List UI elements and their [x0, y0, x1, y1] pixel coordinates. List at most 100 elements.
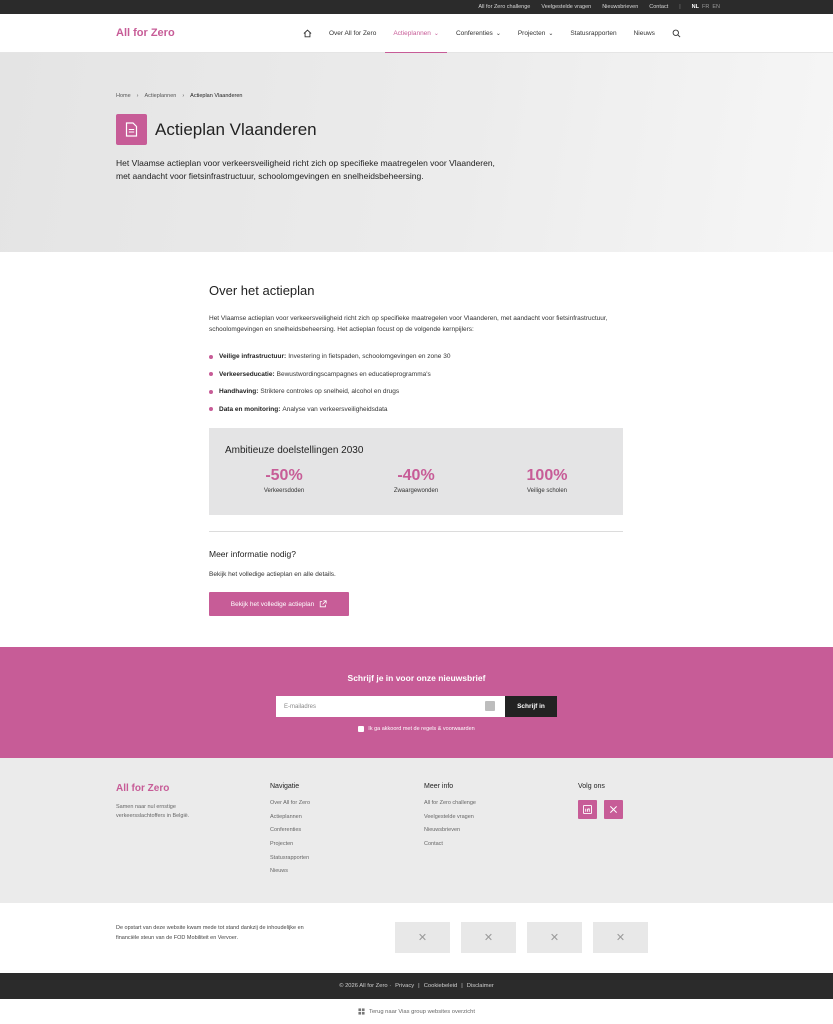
- grid-icon: [358, 1008, 365, 1015]
- footer-heading: Meer info: [424, 783, 454, 790]
- subscribe-button[interactable]: Schrijf in: [505, 696, 557, 717]
- site-footer: All for Zero Samen naar nul ernstige ver…: [0, 758, 833, 903]
- goals-card: Ambitieuze doelstellingen 2030 -50% Verk…: [209, 428, 623, 515]
- legal-link-privacy[interactable]: Privacy: [395, 983, 414, 989]
- pillar-term: Veilige infrastructuur:: [219, 353, 287, 361]
- breadcrumb-actieplannen[interactable]: Actieplannen: [145, 93, 177, 99]
- email-placeholder: E-mailadres: [284, 703, 317, 710]
- list-item: Verkeerseducatie: Bewustwordingscampagnes…: [209, 366, 450, 384]
- nav-item-nieuws[interactable]: Nieuws: [634, 14, 655, 53]
- goal-value: -40%: [397, 467, 435, 484]
- footer-logo[interactable]: All for Zero: [116, 783, 169, 794]
- breadcrumb-home[interactable]: Home: [116, 93, 131, 99]
- nav-label: Conferenties: [455, 30, 493, 37]
- nav-item-over[interactable]: Over All for Zero: [329, 14, 376, 53]
- nav-item-conferenties[interactable]: Conferenties ⌄: [456, 14, 501, 53]
- close-icon: ✕: [615, 932, 626, 944]
- consent-checkbox[interactable]: [358, 726, 365, 732]
- partner-logo-placeholder: ✕: [395, 922, 450, 953]
- pillars-list: Veilige infrastructuur: Investering in fi…: [209, 348, 450, 418]
- footer-more-column: Meer info All for Zero challenge Veelges…: [424, 783, 476, 855]
- chevron-down-icon: ⌄: [548, 31, 554, 37]
- newsletter-title: Schrijf je in voor onze nieuwsbrief: [347, 673, 486, 683]
- goal-stat: -40% Zwaargewonden: [371, 467, 461, 494]
- footer-link[interactable]: Actieplannen: [270, 814, 310, 828]
- goal-value: 100%: [526, 467, 568, 484]
- main-content: Over het actieplan Het Vlaamse actieplan…: [209, 283, 624, 616]
- partners-text: De opstart van deze website kwam mede to…: [116, 925, 304, 941]
- bullet-icon: [209, 372, 213, 377]
- more-info-title: Meer informatie nodig?: [209, 549, 296, 559]
- page-title: Actieplan Vlaanderen: [155, 120, 317, 139]
- goals-title: Ambitieuze doelstellingen 2030: [225, 445, 364, 456]
- nav-item-projecten[interactable]: Projecten ⌄: [518, 14, 554, 53]
- utility-link-challenge[interactable]: All for Zero challenge: [478, 4, 530, 10]
- footer-heading: Volg ons: [578, 783, 605, 790]
- bullet-icon: [209, 407, 213, 412]
- list-item: Handhaving: Striktere controles op snelhe…: [209, 383, 450, 401]
- pillar-term: Verkeerseducatie:: [219, 370, 275, 378]
- back-link-label: Terug naar Vias group websites overzicht: [369, 1008, 475, 1015]
- nav-label: Statusrapporten: [570, 30, 617, 37]
- lang-nl[interactable]: NL: [692, 4, 699, 10]
- utility-links: All for Zero challenge Veelgestelde vrag…: [478, 4, 720, 10]
- nav-label: Over All for Zero: [329, 30, 377, 37]
- footer-link[interactable]: Nieuws: [270, 868, 310, 882]
- section-title: Over het actieplan: [209, 283, 315, 298]
- email-field[interactable]: E-mailadres: [276, 696, 505, 717]
- vias-back-link[interactable]: Terug naar Vias group websites overzicht: [0, 999, 833, 1024]
- consent-row: Ik ga akkoord met de regels & voorwaarde…: [0, 726, 833, 732]
- search-button[interactable]: [672, 14, 681, 53]
- lang-fr[interactable]: FR: [702, 4, 709, 10]
- main-nav: Over All for Zero Actieplannen ⌄ Conferen…: [303, 14, 681, 54]
- site-logo[interactable]: All for Zero: [116, 27, 175, 39]
- view-full-plan-button[interactable]: Bekijk het volledige actieplan: [209, 592, 349, 616]
- nav-item-statusrapporten[interactable]: Statusrapporten: [570, 14, 616, 53]
- page-description: Het Vlaamse actieplan voor verkeersveili…: [116, 158, 495, 181]
- pillar-text: Analyse van verkeersveiligheidsdata: [282, 405, 388, 413]
- section-intro: Het Vlaamse actieplan voor verkeersveili…: [209, 315, 608, 333]
- breadcrumb-current: Actieplan Vlaanderen: [190, 93, 243, 99]
- footer-link[interactable]: Statusrapporten: [270, 855, 310, 869]
- button-label: Bekijk het volledige actieplan: [230, 600, 315, 608]
- more-info-text: Bekijk het volledige actieplan en alle d…: [209, 571, 336, 578]
- breadcrumb-separator: ›: [182, 93, 185, 99]
- footer-link[interactable]: All for Zero challenge: [424, 800, 476, 814]
- nav-label: Projecten: [517, 30, 546, 37]
- footer-link[interactable]: Conferenties: [270, 827, 310, 841]
- goal-label: Veilige scholen: [526, 488, 568, 494]
- footer-link[interactable]: Veelgestelde vragen: [424, 814, 476, 828]
- footer-link[interactable]: Nieuwsbrieven: [424, 827, 476, 841]
- page-hero: Home › Actieplannen › Actieplan Vlaander…: [0, 53, 833, 252]
- utility-link-contact[interactable]: Contact: [649, 4, 668, 10]
- footer-link[interactable]: Contact: [424, 841, 476, 855]
- partners-strip: De opstart van deze website kwam mede to…: [0, 903, 833, 973]
- nav-label: Nieuws: [633, 30, 655, 37]
- breadcrumb: Home › Actieplannen › Actieplan Vlaander…: [116, 93, 242, 99]
- bullet-icon: [209, 389, 213, 394]
- breadcrumb-separator: ›: [136, 93, 139, 99]
- utility-link-newsletters[interactable]: Nieuwsbrieven: [602, 4, 638, 10]
- footer-link[interactable]: Over All for Zero: [270, 800, 310, 814]
- legal-separator: |: [461, 983, 463, 989]
- footer-nav-column: Navigatie Over All for Zero Actieplannen…: [270, 783, 310, 882]
- goal-label: Verkeersdoden: [263, 488, 305, 494]
- utility-link-faq[interactable]: Veelgestelde vragen: [541, 4, 591, 10]
- social-links: [578, 800, 623, 819]
- x-twitter-icon[interactable]: [604, 800, 623, 819]
- consent-label: Ik ga akkoord met de regels & voorwaarde…: [368, 726, 475, 732]
- nav-item-actieplannen[interactable]: Actieplannen ⌄: [385, 14, 447, 54]
- legal-link-cookies[interactable]: Cookiebeleid: [424, 983, 458, 989]
- close-icon: ✕: [549, 932, 560, 944]
- search-icon: [672, 29, 681, 38]
- footer-tagline: Samen naar nul ernstige verkeersslachtof…: [116, 804, 190, 819]
- footer-heading: Navigatie: [270, 783, 300, 790]
- footer-link[interactable]: Projecten: [270, 841, 310, 855]
- pillar-text: Investering in fietspaden, schoolomgevin…: [288, 353, 451, 361]
- linkedin-icon[interactable]: [578, 800, 597, 819]
- legal-bar: © 2026 All for Zero · Privacy | Cookiebe…: [0, 973, 833, 999]
- legal-separator: |: [418, 983, 420, 989]
- lang-en[interactable]: EN: [712, 4, 720, 10]
- home-nav-button[interactable]: [303, 14, 312, 53]
- legal-link-disclaimer[interactable]: Disclaimer: [467, 983, 494, 989]
